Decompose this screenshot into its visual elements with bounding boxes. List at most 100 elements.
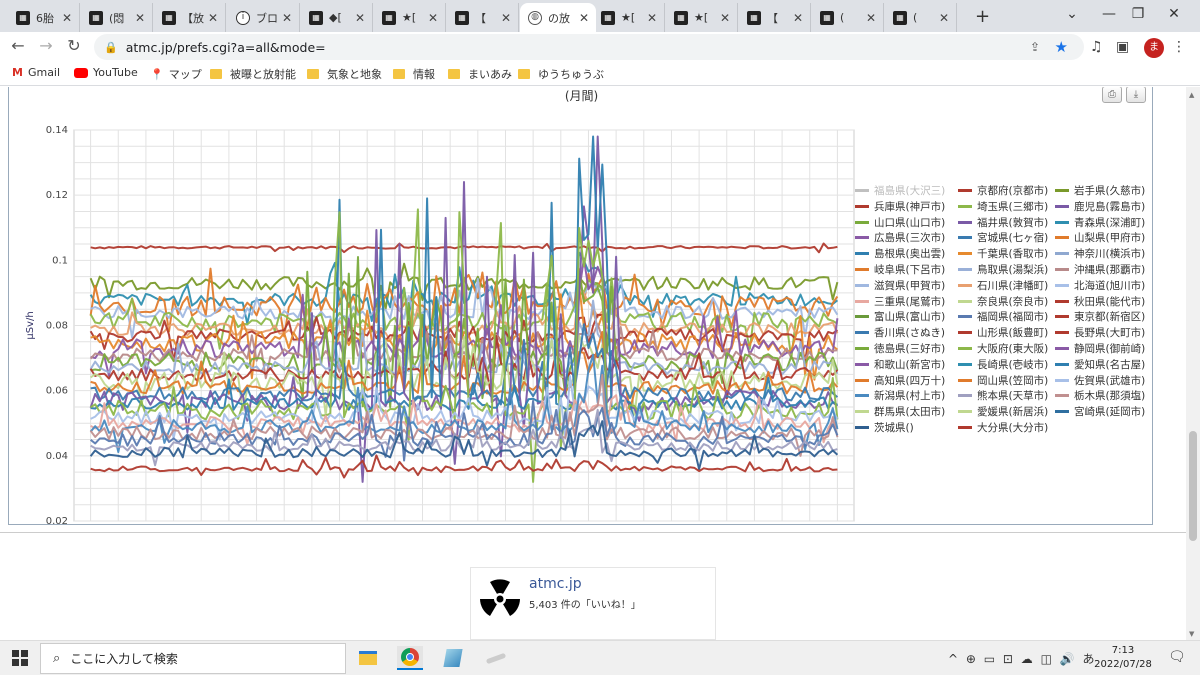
bookmark-folder[interactable]: 被曝と放射能: [210, 66, 296, 82]
share-icon[interactable]: ⇪: [1030, 40, 1040, 54]
app-icon[interactable]: [440, 646, 466, 670]
legend-entry[interactable]: 宮城県(七ヶ宿): [958, 230, 1048, 245]
lock-icon[interactable]: 🔒: [104, 41, 118, 54]
tab-close-icon[interactable]: ✕: [352, 11, 368, 25]
taskbar-clock[interactable]: 7:13 2022/07/28: [1092, 644, 1154, 672]
tab-close-icon[interactable]: ✕: [205, 11, 221, 25]
bookmark-folder[interactable]: ゆうちゅうぶ: [518, 66, 604, 82]
tab-1[interactable]: ▦ (悶 ✕: [81, 3, 153, 32]
system-tray[interactable]: ^ ⊕ ▭ ⊡ ☁ ◫ 🔊 あ: [948, 650, 1097, 667]
legend-entry[interactable]: 千葉県(香取市): [958, 246, 1048, 261]
legend-entry[interactable]: 山形県(飯豊町): [958, 325, 1048, 340]
bookmark-youtube[interactable]: YouTube: [74, 66, 138, 79]
minimize-button[interactable]: —: [1095, 6, 1123, 22]
legend-entry[interactable]: 新潟県(村上市): [855, 388, 945, 403]
legend-entry[interactable]: 兵庫県(神戸市): [855, 199, 945, 214]
bookmark-star-icon[interactable]: ★: [1055, 38, 1068, 56]
tab-10[interactable]: ▦ 【 ✕: [739, 3, 811, 32]
legend-entry[interactable]: 鹿児島(霧島市): [1055, 199, 1145, 214]
legend-entry[interactable]: 岩手県(久慈市): [1055, 183, 1145, 198]
back-button[interactable]: ←: [6, 36, 30, 55]
legend-entry[interactable]: 香川県(さぬき): [855, 325, 945, 340]
legend-entry[interactable]: 佐賀県(武雄市): [1055, 373, 1145, 388]
scroll-down-arrow-icon[interactable]: ▼: [1189, 630, 1194, 638]
legend-entry[interactable]: 秋田県(能代市): [1055, 294, 1145, 309]
legend-entry[interactable]: 高知県(四万十): [855, 373, 945, 388]
scrollbar-thumb[interactable]: [1189, 431, 1197, 541]
page-scrollbar[interactable]: ▲ ▼: [1186, 87, 1200, 640]
close-window-button[interactable]: ✕: [1160, 6, 1188, 22]
legend-entry[interactable]: 熊本県(天草市): [958, 388, 1048, 403]
facebook-page-name[interactable]: atmc.jp: [529, 576, 582, 592]
tab-4[interactable]: ▦ ◆[✕: [301, 3, 373, 32]
tab-close-icon[interactable]: ✕: [498, 11, 514, 25]
legend-entry[interactable]: 青森県(深浦町): [1055, 215, 1145, 230]
tab-close-icon[interactable]: ✕: [717, 11, 733, 25]
legend-entry[interactable]: 福岡県(福岡市): [958, 309, 1048, 324]
legend-entry[interactable]: 岐阜県(下呂市): [855, 262, 945, 277]
tab-close-icon[interactable]: ✕: [132, 11, 148, 25]
legend-entry[interactable]: 徳島県(三好市): [855, 341, 945, 356]
scroll-up-arrow-icon[interactable]: ▲: [1189, 91, 1194, 99]
bookmark-folder[interactable]: まいあみ: [448, 66, 512, 82]
legend-entry[interactable]: 沖縄県(那覇市): [1055, 262, 1145, 277]
legend-entry[interactable]: 島根県(奥出雲): [855, 246, 945, 261]
legend-entry[interactable]: 山口県(山口市): [855, 215, 945, 230]
legend-entry[interactable]: 山梨県(甲府市): [1055, 230, 1145, 245]
legend-entry[interactable]: 静岡県(御前崎): [1055, 341, 1145, 356]
legend-entry[interactable]: 北海道(旭川市): [1055, 278, 1145, 293]
tab-close-icon[interactable]: ✕: [936, 11, 952, 25]
legend-entry[interactable]: 埼玉県(三郷市): [958, 199, 1048, 214]
legend-entry[interactable]: 東京都(新宿区): [1055, 309, 1145, 324]
legend-entry[interactable]: 福井県(敦賀市): [958, 215, 1048, 230]
tab-11[interactable]: ▦ (✕: [812, 3, 884, 32]
address-bar[interactable]: 🔒 atmc.jp/prefs.cgi?a=all&mode= ⇪ ★: [94, 34, 1084, 60]
legend-entry[interactable]: 三重県(尾鷲市): [855, 294, 945, 309]
tab-close-icon[interactable]: ✕: [425, 11, 441, 25]
bookmark-gmail[interactable]: M Gmail: [12, 66, 60, 79]
legend-entry[interactable]: 茨城県(): [855, 420, 914, 435]
maximize-button[interactable]: ❐: [1124, 6, 1152, 22]
reload-button[interactable]: ↻: [62, 36, 86, 55]
file-explorer-icon[interactable]: [355, 646, 381, 670]
bookmark-folder[interactable]: 気象と地象: [307, 66, 382, 82]
legend-entry[interactable]: 石川県(津幡町): [958, 278, 1048, 293]
forward-button[interactable]: →: [34, 36, 58, 55]
side-panel-icon[interactable]: ▣: [1116, 39, 1129, 55]
tab-8[interactable]: ▦ ★[✕: [593, 3, 665, 32]
tab-3[interactable]: i ブロ ✕: [228, 3, 300, 32]
legend-entry[interactable]: 栃木県(那須塩): [1055, 388, 1145, 403]
legend-entry[interactable]: 奈良県(奈良市): [958, 294, 1048, 309]
tab-7[interactable]: ◍ の放 ✕: [520, 3, 596, 32]
app-icon[interactable]: [483, 646, 509, 670]
chrome-icon[interactable]: [397, 646, 423, 670]
tab-0[interactable]: ▦ 6胎 ✕: [8, 3, 80, 32]
windows-start-icon[interactable]: [12, 650, 28, 666]
tab-close-icon[interactable]: ✕: [59, 11, 75, 25]
legend-entry[interactable]: 富山県(富山市): [855, 309, 945, 324]
tab-12[interactable]: ▦ (✕: [885, 3, 957, 32]
tab-close-icon[interactable]: ✕: [644, 11, 660, 25]
tab-search-chevron-icon[interactable]: ⌄: [1058, 6, 1086, 22]
legend-entry[interactable]: 滋賀県(甲賀市): [855, 278, 945, 293]
download-icon[interactable]: ⤓: [1126, 87, 1146, 103]
legend-entry[interactable]: 大分県(大分市): [958, 420, 1048, 435]
tab-close-icon[interactable]: ✕: [863, 11, 879, 25]
facebook-page-widget[interactable]: atmc.jp 5,403 件の「いいね！」: [470, 567, 716, 640]
taskbar-search-box[interactable]: ⌕ ここに入力して検索: [40, 643, 346, 674]
legend-entry[interactable]: 長崎県(壱岐市): [958, 357, 1048, 372]
legend-entry[interactable]: 長野県(大町市): [1055, 325, 1145, 340]
profile-avatar[interactable]: ま: [1144, 38, 1164, 58]
notification-icon[interactable]: 🗨: [1168, 649, 1186, 665]
legend-entry[interactable]: 神奈川(横浜市): [1055, 246, 1145, 261]
print-icon[interactable]: ⎙: [1102, 87, 1122, 103]
tab-close-icon[interactable]: ✕: [790, 11, 806, 25]
legend-entry[interactable]: 愛知県(名古屋): [1055, 357, 1145, 372]
legend-entry[interactable]: 京都府(京都市): [958, 183, 1048, 198]
tab-6[interactable]: ▦ 【 ✕: [447, 3, 519, 32]
legend-entry[interactable]: 福島県(大沢三): [855, 183, 945, 198]
bookmark-maps[interactable]: 📍 マップ: [150, 66, 202, 82]
menu-kebab-icon[interactable]: ⋮: [1172, 39, 1186, 55]
legend-entry[interactable]: 大阪府(東大阪): [958, 341, 1048, 356]
legend-entry[interactable]: 群馬県(太田市): [855, 404, 945, 419]
